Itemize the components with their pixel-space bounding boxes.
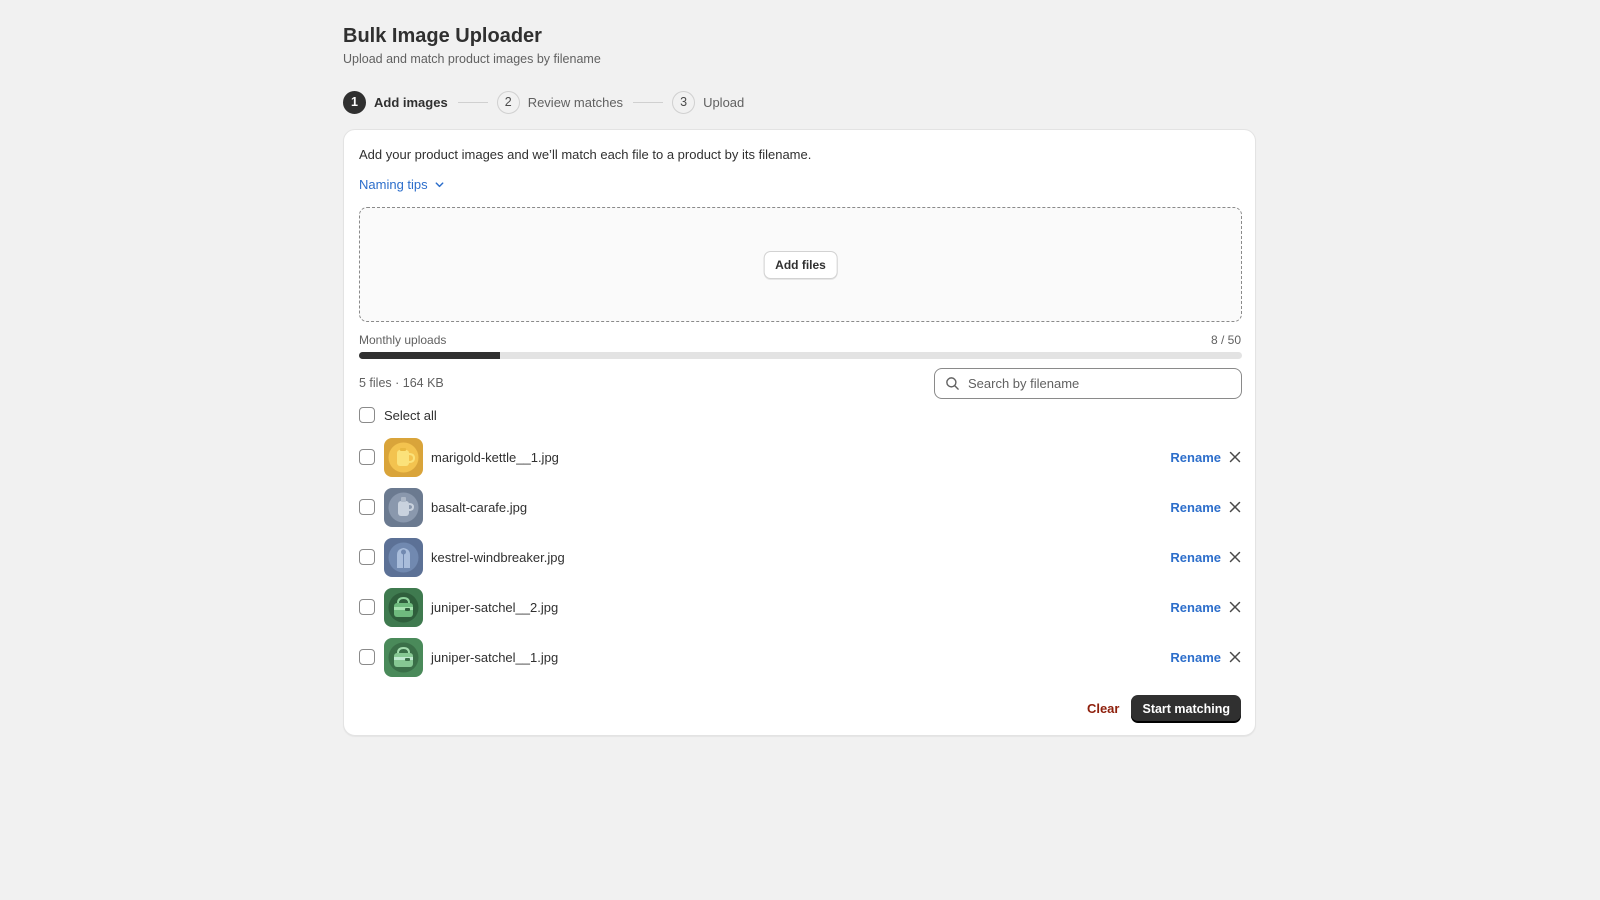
step-connector (633, 101, 664, 103)
rename-button[interactable]: Rename (1170, 550, 1221, 565)
quota-label: Monthly uploads (359, 333, 447, 347)
card-footer: Clear Start matching (1087, 695, 1241, 722)
select-all[interactable]: Select all (359, 403, 437, 427)
step-number: 3 (672, 90, 696, 114)
file-actions: Rename (1170, 482, 1242, 532)
naming-tips-toggle[interactable]: Naming tips (359, 177, 445, 192)
carafe-icon (384, 487, 423, 527)
close-icon (1229, 501, 1241, 513)
file-name: juniper-satchel__1.jpg (431, 649, 559, 665)
file-name: basalt-carafe.jpg (431, 499, 528, 515)
search-icon (946, 377, 959, 390)
file-actions: Rename (1170, 432, 1242, 482)
add-files-button[interactable]: Add files (763, 250, 838, 279)
satchel-icon (384, 637, 423, 677)
step-label: Upload (703, 94, 745, 110)
quota-progress-bar (359, 352, 1242, 359)
file-dropzone[interactable]: Add files (359, 207, 1242, 322)
file-actions: Rename (1170, 582, 1242, 632)
step-upload: 3 Upload (672, 90, 745, 114)
page-title: Bulk Image Uploader (343, 25, 542, 47)
file-name: juniper-satchel__2.jpg (431, 599, 559, 615)
quota-count: 8 / 50 (1210, 333, 1241, 347)
page-subtitle: Upload and match product images by filen… (343, 52, 601, 66)
step-add-images: 1 Add images (343, 90, 448, 114)
file-checkbox[interactable] (359, 649, 375, 665)
step-label: Review matches (527, 94, 624, 110)
clear-button[interactable]: Clear (1087, 701, 1120, 716)
close-icon (1229, 551, 1241, 563)
stepper: 1 Add images 2 Review matches 3 Upload (343, 90, 744, 114)
select-all-checkbox[interactable] (359, 407, 375, 423)
remove-file-button[interactable] (1228, 550, 1242, 564)
file-checkbox[interactable] (359, 499, 375, 515)
file-list: marigold-kettle__1.jpg Rename basalt-car… (359, 432, 1242, 682)
quota-progress-fill (359, 352, 501, 359)
file-name: marigold-kettle__1.jpg (431, 449, 559, 465)
rename-button[interactable]: Rename (1170, 650, 1221, 665)
satchel-icon (384, 587, 423, 627)
file-summary: 5 files · 164 KB (359, 376, 444, 390)
file-actions: Rename (1170, 532, 1242, 582)
file-row: juniper-satchel__1.jpg Rename (359, 632, 1242, 682)
step-connector (457, 101, 488, 103)
close-icon (1229, 601, 1241, 613)
rename-button[interactable]: Rename (1170, 500, 1221, 515)
search-input[interactable] (968, 376, 1228, 391)
close-icon (1229, 651, 1241, 663)
file-row: basalt-carafe.jpg Rename (359, 482, 1242, 532)
kettle-icon (384, 437, 423, 477)
naming-tips-label: Naming tips (359, 177, 428, 192)
rename-button[interactable]: Rename (1170, 450, 1221, 465)
file-row: marigold-kettle__1.jpg Rename (359, 432, 1242, 482)
file-name: kestrel-windbreaker.jpg (431, 549, 565, 565)
start-matching-button[interactable]: Start matching (1131, 695, 1241, 722)
jacket-icon (384, 537, 423, 577)
rename-button[interactable]: Rename (1170, 600, 1221, 615)
file-actions: Rename (1170, 632, 1242, 682)
remove-file-button[interactable] (1228, 650, 1242, 664)
step-label: Add images (374, 94, 448, 110)
remove-file-button[interactable] (1228, 600, 1242, 614)
chevron-down-icon (435, 182, 444, 188)
close-icon (1229, 451, 1241, 463)
step-review-matches: 2 Review matches (496, 90, 624, 114)
upload-card: Add your product images and we’ll match … (343, 129, 1256, 736)
remove-file-button[interactable] (1228, 450, 1242, 464)
file-checkbox[interactable] (359, 449, 375, 465)
file-row: juniper-satchel__2.jpg Rename (359, 582, 1242, 632)
file-checkbox[interactable] (359, 599, 375, 615)
step-number: 2 (496, 90, 520, 114)
intro-text: Add your product images and we’ll match … (359, 147, 812, 162)
remove-file-button[interactable] (1228, 500, 1242, 514)
step-number: 1 (343, 90, 366, 114)
file-checkbox[interactable] (359, 549, 375, 565)
select-all-label: Select all (384, 407, 437, 423)
file-row: kestrel-windbreaker.jpg Rename (359, 532, 1242, 582)
search-field[interactable] (934, 368, 1242, 399)
